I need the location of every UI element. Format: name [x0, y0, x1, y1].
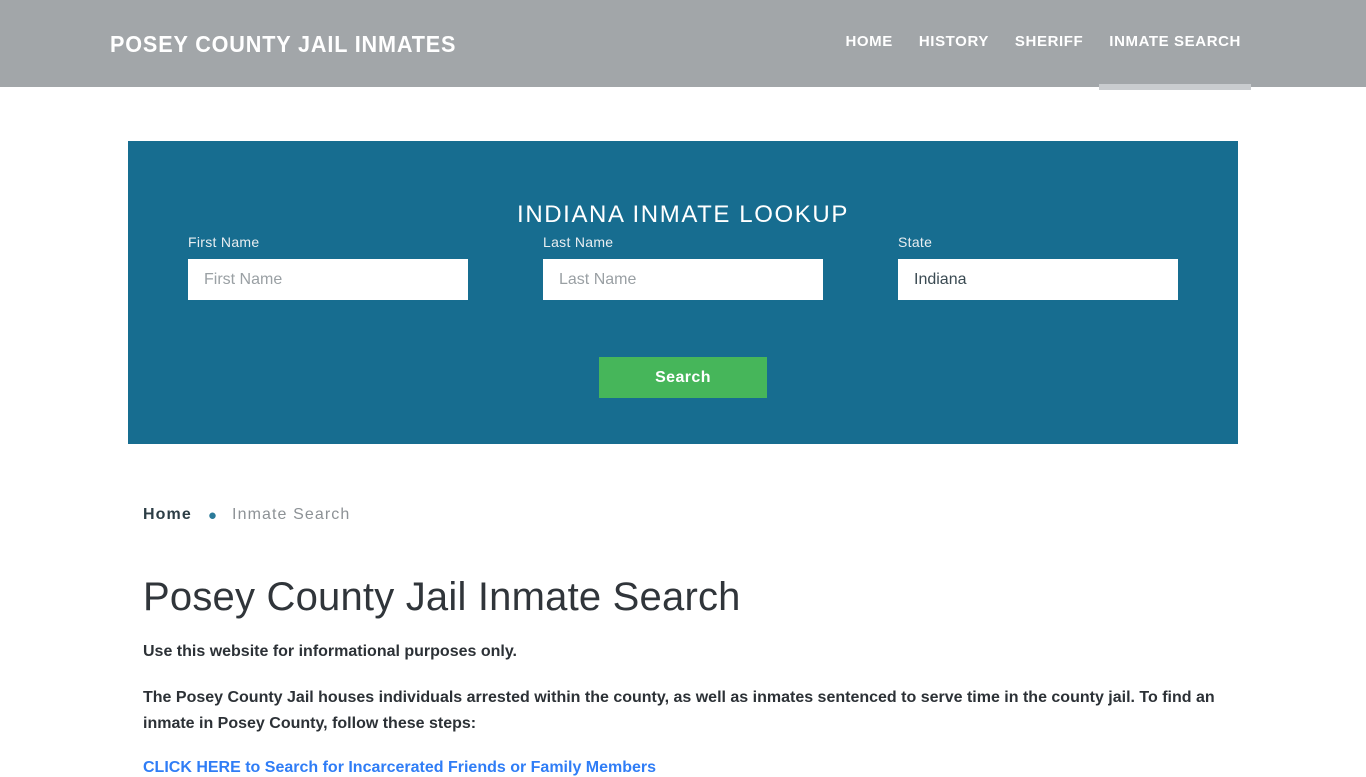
- site-logo-text[interactable]: POSEY COUNTY JAIL INMATES: [110, 31, 456, 58]
- first-name-input[interactable]: [188, 259, 468, 300]
- nav-item-history[interactable]: HISTORY: [906, 0, 1002, 87]
- breadcrumb: Home ● Inmate Search: [143, 506, 350, 524]
- breadcrumb-home-link[interactable]: Home: [143, 506, 192, 524]
- nav-item-sheriff[interactable]: SHERIFF: [1002, 0, 1096, 87]
- state-field-group: State: [898, 234, 1178, 300]
- state-label: State: [898, 234, 933, 250]
- nav-item-inmate-search[interactable]: INMATE SEARCH: [1096, 0, 1254, 90]
- disclaimer-text: Use this website for informational purpo…: [143, 643, 517, 660]
- last-name-input[interactable]: [543, 259, 823, 300]
- main-navigation: HOME HISTORY SHERIFF INMATE SEARCH: [832, 0, 1254, 90]
- intro-paragraph: The Posey County Jail houses individuals…: [143, 689, 1215, 732]
- breadcrumb-current-page: Inmate Search: [232, 506, 351, 523]
- first-name-label: First Name: [188, 234, 260, 250]
- last-name-field-group: Last Name: [543, 234, 823, 300]
- main-content: Posey County Jail Inmate Search Use this…: [143, 575, 1243, 777]
- header-inner: POSEY COUNTY JAIL INMATES HOME HISTORY S…: [0, 0, 1366, 90]
- site-header: POSEY COUNTY JAIL INMATES HOME HISTORY S…: [0, 0, 1366, 90]
- last-name-label: Last Name: [543, 234, 614, 250]
- search-button[interactable]: Search: [599, 357, 767, 398]
- inmate-lookup-panel: INDIANA INMATE LOOKUP First Name Last Na…: [128, 141, 1238, 444]
- breadcrumb-separator-dot-icon: ●: [207, 506, 219, 524]
- nav-item-home[interactable]: HOME: [832, 0, 905, 87]
- first-name-field-group: First Name: [188, 234, 468, 300]
- page-title: Posey County Jail Inmate Search: [143, 575, 741, 619]
- lookup-form: First Name Last Name State: [128, 234, 1238, 300]
- lookup-panel-title: INDIANA INMATE LOOKUP: [517, 200, 849, 228]
- state-input[interactable]: [898, 259, 1178, 300]
